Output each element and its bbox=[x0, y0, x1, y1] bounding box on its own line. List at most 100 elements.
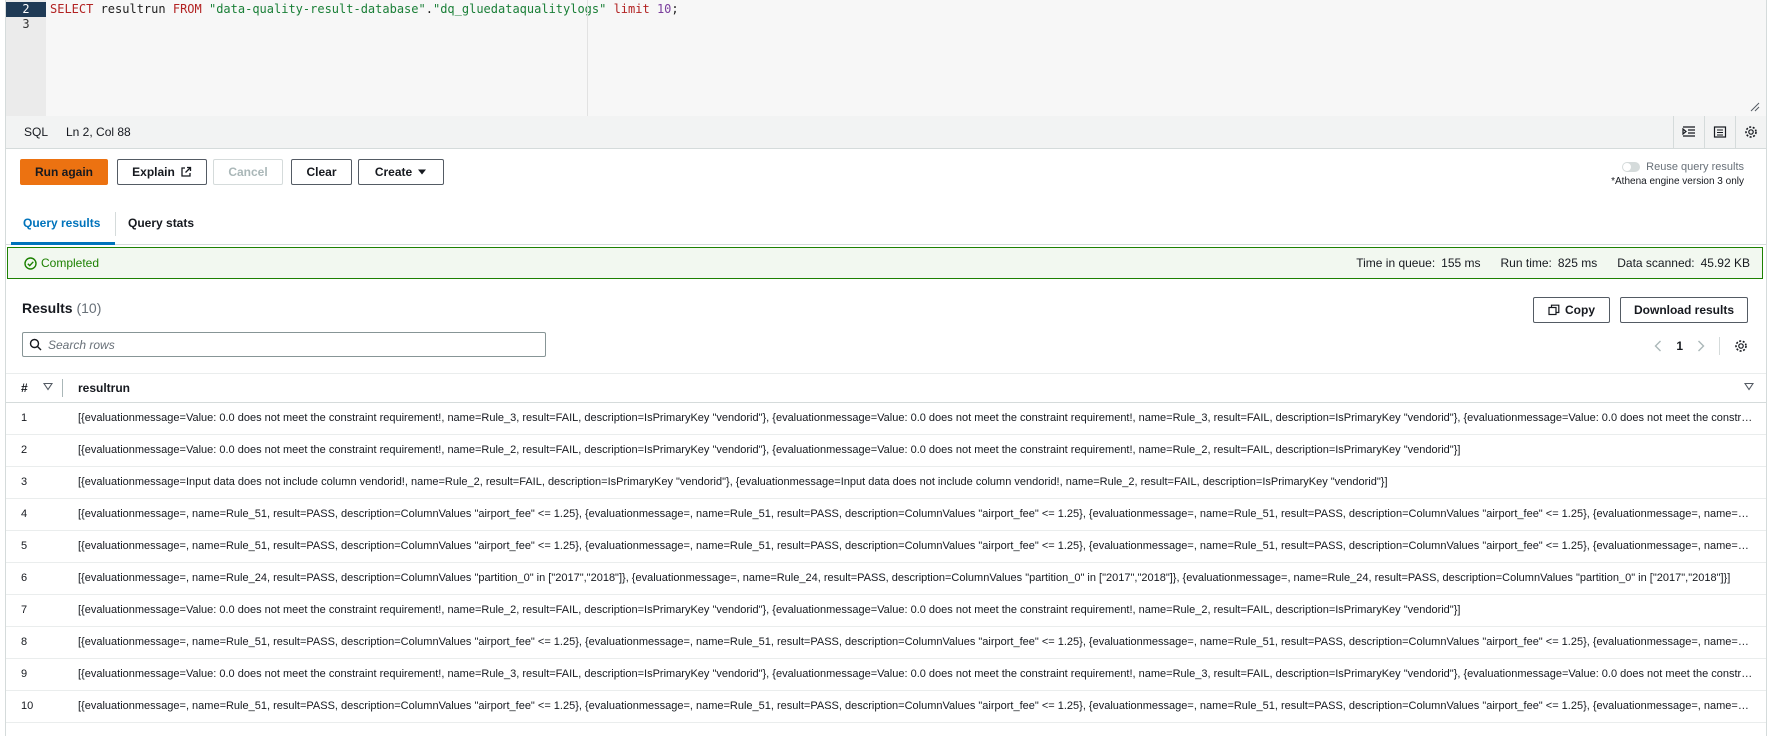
sort-icon[interactable] bbox=[43, 382, 53, 391]
row-number: 5 bbox=[21, 540, 28, 552]
row-value: [{evaluationmessage=, name=Rule_51, resu… bbox=[78, 700, 1754, 712]
reuse-toggle[interactable] bbox=[1622, 162, 1641, 172]
pager-divider bbox=[1719, 337, 1720, 355]
sql-column: resultrun bbox=[93, 2, 173, 16]
sql-code-line[interactable]: SELECT resultrun FROM "data-quality-resu… bbox=[50, 2, 679, 17]
tab-query-results[interactable]: Query results bbox=[23, 216, 100, 230]
sql-limit-value: 10 bbox=[656, 2, 672, 16]
clear-button[interactable]: Clear bbox=[291, 159, 352, 185]
run-again-button[interactable]: Run again bbox=[20, 159, 108, 185]
row-number: 4 bbox=[21, 508, 28, 520]
editor-status-bar: SQL Ln 2, Col 88 bbox=[6, 116, 1766, 149]
copy-icon bbox=[1548, 304, 1560, 316]
status-completed: Completed bbox=[24, 256, 99, 270]
time-in-queue-value: 155 ms bbox=[1441, 256, 1481, 270]
sql-keyword: FROM bbox=[172, 2, 202, 16]
language-label: SQL bbox=[24, 125, 49, 139]
chevron-left-icon[interactable] bbox=[1654, 340, 1662, 352]
table-row: 4 [{evaluationmessage=, name=Rule_51, res… bbox=[6, 498, 1766, 531]
sql-table-name: "dq_gluedataqualitylogs" bbox=[432, 2, 607, 16]
table-row: 3 [{evaluationmessage=Input data does not… bbox=[6, 466, 1766, 499]
data-scanned-label: Data scanned: bbox=[1617, 256, 1695, 270]
clear-label: Clear bbox=[306, 165, 337, 179]
results-table-header: # resultrun bbox=[6, 373, 1766, 403]
create-label: Create bbox=[374, 165, 413, 179]
sql-database-name: "data-quality-result-database" bbox=[208, 2, 426, 16]
search-icon bbox=[29, 338, 42, 351]
copy-label: Copy bbox=[1565, 303, 1595, 317]
run-again-label: Run again bbox=[34, 165, 93, 179]
chevron-right-icon[interactable] bbox=[1697, 340, 1705, 352]
sql-editor[interactable]: 2 3 SELECT resultrun FROM "data-quality-… bbox=[6, 0, 1766, 117]
row-number: 9 bbox=[21, 668, 28, 680]
sort-icon[interactable] bbox=[1744, 382, 1754, 391]
table-row: 9 [{evaluationmessage=Value: 0.0 does not… bbox=[6, 658, 1766, 691]
row-value: [{evaluationmessage=Input data does not … bbox=[78, 476, 1388, 488]
current-page[interactable]: 1 bbox=[1676, 339, 1683, 353]
sql-semicolon: ; bbox=[671, 2, 679, 16]
athena-query-editor: 2 3 SELECT resultrun FROM "data-quality-… bbox=[5, 0, 1767, 736]
download-results-button[interactable]: Download results bbox=[1620, 297, 1748, 323]
table-row: 7 [{evaluationmessage=Value: 0.0 does not… bbox=[6, 594, 1766, 627]
reuse-query-results[interactable]: Reuse query results bbox=[1622, 161, 1744, 173]
row-value: [{evaluationmessage=Value: 0.0 does not … bbox=[78, 444, 1461, 456]
download-results-label: Download results bbox=[1633, 303, 1734, 317]
data-scanned-value: 45.92 KB bbox=[1700, 256, 1750, 270]
reuse-label: Reuse query results bbox=[1646, 161, 1744, 173]
table-row: 5 [{evaluationmessage=, name=Rule_51, res… bbox=[6, 530, 1766, 563]
column-header-index: # bbox=[21, 381, 28, 395]
row-number: 7 bbox=[21, 604, 28, 616]
row-value: [{evaluationmessage=Value: 0.0 does not … bbox=[78, 668, 1754, 680]
explain-button[interactable]: Explain bbox=[117, 159, 207, 185]
sql-keyword: limit bbox=[606, 2, 657, 16]
indent-icon bbox=[1682, 126, 1695, 137]
row-value: [{evaluationmessage=, name=Rule_51, resu… bbox=[78, 508, 1754, 520]
search-rows-input[interactable] bbox=[48, 337, 528, 352]
search-rows-field[interactable] bbox=[22, 332, 546, 357]
create-dropdown-button[interactable]: Create bbox=[358, 159, 444, 185]
pagination: 1 bbox=[1654, 337, 1748, 355]
results-title-label: Results bbox=[22, 300, 73, 316]
table-row: 8 [{evaluationmessage=, name=Rule_51, res… bbox=[6, 626, 1766, 659]
explain-label: Explain bbox=[132, 165, 175, 179]
results-count: (10) bbox=[76, 300, 102, 316]
panel-icon bbox=[1713, 126, 1727, 138]
table-settings-icon[interactable] bbox=[1734, 339, 1748, 353]
run-time-label: Run time: bbox=[1500, 256, 1552, 270]
column-header-resultrun[interactable]: resultrun bbox=[78, 381, 130, 395]
cancel-button[interactable]: Cancel bbox=[213, 159, 283, 185]
results-title: Results (10) bbox=[22, 300, 101, 316]
row-value: [{evaluationmessage=Value: 0.0 does not … bbox=[78, 604, 1461, 616]
tab-query-stats[interactable]: Query stats bbox=[128, 216, 194, 230]
row-value: [{evaluationmessage=, name=Rule_51, resu… bbox=[78, 636, 1754, 648]
format-indent-button[interactable] bbox=[1673, 116, 1704, 148]
line-number: 3 bbox=[22, 17, 30, 31]
table-row: 1 [{evaluationmessage=Value: 0.0 does not… bbox=[6, 402, 1766, 435]
copy-button[interactable]: Copy bbox=[1533, 297, 1610, 323]
print-margin bbox=[587, 0, 588, 116]
caret-down-icon bbox=[418, 169, 427, 175]
table-row: 6 [{evaluationmessage=, name=Rule_24, res… bbox=[6, 562, 1766, 595]
row-value: [{evaluationmessage=Value: 0.0 does not … bbox=[78, 412, 1754, 424]
editor-settings-button[interactable] bbox=[1735, 116, 1766, 148]
cancel-label: Cancel bbox=[228, 165, 268, 179]
time-in-queue-label: Time in queue: bbox=[1356, 256, 1436, 270]
run-time-value: 825 ms bbox=[1557, 256, 1598, 270]
row-value: [{evaluationmessage=, name=Rule_24, resu… bbox=[78, 572, 1731, 584]
row-number: 10 bbox=[21, 700, 34, 712]
row-number: 1 bbox=[21, 412, 28, 424]
query-stats-summary: Time in queue: 155 ms Run time: 825 ms Dat… bbox=[1356, 256, 1750, 270]
resize-handle-icon[interactable] bbox=[1750, 102, 1760, 112]
line-number: 2 bbox=[6, 2, 46, 17]
table-row: 10 [{evaluationmessage=, name=Rule_51, re… bbox=[6, 690, 1766, 723]
query-status-banner: Completed Time in queue: 155 ms Run time:… bbox=[7, 247, 1763, 279]
row-number: 3 bbox=[21, 476, 28, 488]
status-label: Completed bbox=[41, 256, 100, 270]
tab-separator bbox=[115, 212, 116, 236]
column-divider[interactable] bbox=[62, 379, 63, 397]
sql-space bbox=[202, 2, 209, 16]
row-number: 6 bbox=[21, 572, 28, 584]
settings-icon bbox=[1745, 126, 1757, 138]
toggle-panel-button[interactable] bbox=[1704, 116, 1735, 148]
row-value: [{evaluationmessage=, name=Rule_51, resu… bbox=[78, 540, 1754, 552]
